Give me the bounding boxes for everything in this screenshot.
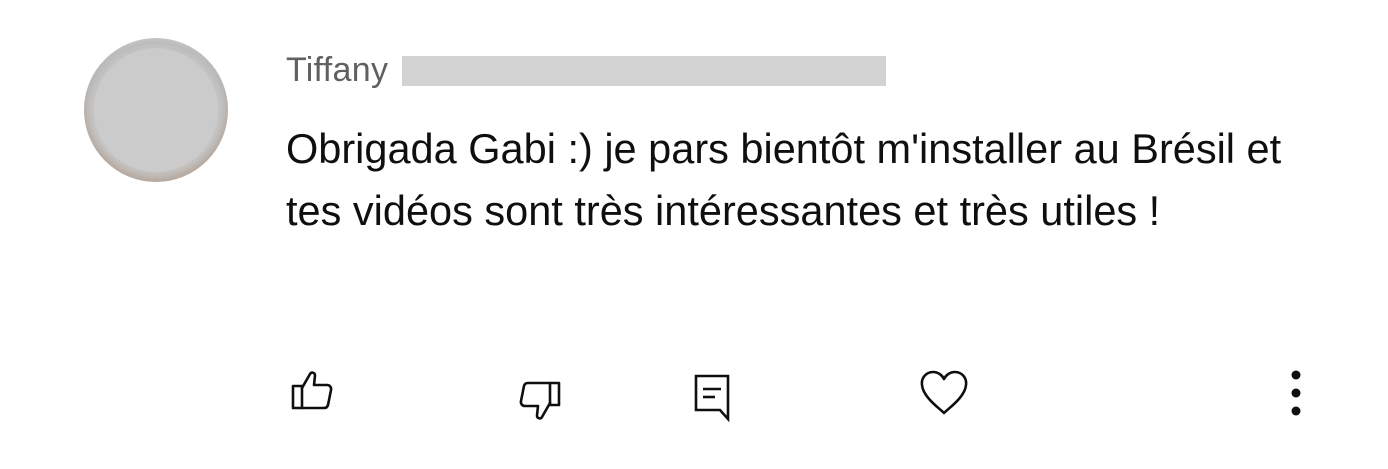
comment-icon — [687, 369, 737, 423]
more-options-button[interactable] — [1266, 363, 1326, 423]
reply-button[interactable] — [682, 366, 742, 426]
more-vertical-icon — [1289, 370, 1303, 416]
heart-icon — [917, 367, 971, 417]
dislike-button[interactable] — [510, 370, 570, 430]
heart-button[interactable] — [914, 362, 974, 422]
comment-thread-item: Tiffany Obrigada Gabi :) je pars bientôt… — [0, 0, 1388, 469]
author-row: Tiffany — [286, 48, 887, 92]
author-avatar[interactable] — [84, 38, 228, 182]
comment-actions — [0, 360, 1388, 430]
thumbs-up-icon — [287, 366, 337, 416]
author-name[interactable]: Tiffany — [286, 48, 388, 92]
like-button[interactable] — [282, 361, 342, 421]
author-name-redaction — [402, 56, 887, 86]
comment-text: Obrigada Gabi :) je pars bientôt m'insta… — [286, 125, 1282, 234]
thumbs-down-icon — [515, 375, 565, 425]
